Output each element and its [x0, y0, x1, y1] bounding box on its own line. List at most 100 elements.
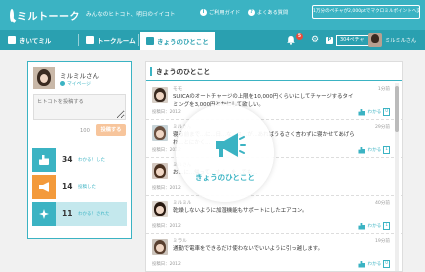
title-accent	[150, 66, 152, 76]
thumb-up-icon	[32, 148, 56, 172]
avatar[interactable]	[152, 201, 168, 217]
post-input[interactable]	[33, 94, 126, 120]
tab-kyou-no-hitokoto[interactable]: きょうのひとこと	[140, 30, 215, 50]
tab-label: トークルーム	[97, 37, 136, 45]
like-button[interactable]: わかる 0	[358, 260, 390, 268]
points-value: 304ペチャ	[336, 35, 369, 46]
post-time: 29分前	[374, 125, 390, 130]
chat-icon	[86, 36, 94, 44]
stat-label: わかる！された	[78, 212, 110, 217]
mypage-link[interactable]: マイページ	[60, 80, 91, 87]
nav-divider	[138, 34, 139, 46]
logo[interactable]: ミルトーーク	[10, 7, 80, 23]
nav-divider	[78, 34, 79, 46]
stat-label: わかる！した	[78, 158, 105, 163]
notification-badge: 5	[296, 33, 303, 40]
post-user[interactable]: ミルミル	[173, 200, 191, 206]
post-button[interactable]: 投稿する	[96, 124, 126, 136]
scrollbar-thumb[interactable]	[395, 86, 399, 132]
like-label: わかる	[367, 262, 382, 267]
avatar[interactable]	[152, 87, 168, 103]
feed-title: きょうのひとこと	[150, 66, 210, 76]
profile-panel: ミルミルさん マイページ 100 投稿する 34 わかる！した 14 投稿した …	[27, 61, 132, 239]
stat-row-posted[interactable]: 14 投稿した	[32, 175, 127, 199]
logo-mark-icon	[10, 8, 14, 22]
list-item: モモ 1分前 SUICAのオートチャージの上限を10,000円くらいにしてチャー…	[146, 82, 402, 120]
thumb-up-icon	[358, 260, 366, 268]
stat-label: 投稿した	[78, 185, 96, 190]
char-count: 100	[80, 128, 90, 134]
thumb-up-icon	[358, 146, 366, 154]
info-icon: i	[200, 9, 207, 16]
post-text: SUICAのオートチャージの上限を10,000円くらいにしてチャージするタイミン…	[173, 94, 354, 108]
tagline: みんなのヒトコト、明日のイイコト	[86, 12, 176, 18]
user-menu[interactable]: ミルミルさん	[368, 33, 416, 47]
post-time: 1分前	[377, 87, 390, 92]
feature-overlay: きょうのひとこと	[176, 104, 274, 202]
faq-link-label: よくある質問	[257, 10, 289, 16]
like-count: 0	[383, 108, 390, 116]
stat-value: 11	[62, 209, 73, 218]
like-button[interactable]: わかる 1	[358, 222, 390, 230]
like-label: わかる	[367, 148, 382, 153]
avatar	[368, 33, 382, 47]
like-label: わかる	[367, 110, 382, 115]
post-time: 40分前	[374, 201, 390, 206]
stat-value: 14	[62, 182, 73, 191]
post-text: 通勤で電車をできるだけ使わないでいいように引っ越します。	[173, 246, 324, 252]
avatar[interactable]	[152, 163, 168, 179]
divider	[146, 80, 402, 81]
megaphone-icon	[146, 37, 154, 45]
post-user[interactable]: ミラル	[173, 238, 187, 244]
post-date: 投稿日：2012	[152, 262, 181, 267]
gear-icon[interactable]: ⚙	[311, 35, 319, 45]
like-count: 1	[383, 146, 390, 154]
faq-link[interactable]: ? よくある質問	[248, 9, 288, 16]
search-people-icon	[8, 36, 16, 44]
top-bar: ミルトーーク みんなのヒトコト、明日のイイコト i ご利用ガイド ? よくある質…	[0, 0, 425, 30]
bell-icon[interactable]	[286, 35, 296, 45]
tab-label: きいてミル	[19, 37, 52, 45]
list-item: ミルミル 40分前 乾燥しないように加湿機能もサポートにしたエアコン。 投稿日：…	[146, 196, 402, 234]
like-count: 1	[383, 222, 390, 230]
logo-text: ミルトーーク	[17, 11, 80, 23]
guide-link-label: ご利用ガイド	[209, 10, 241, 16]
megaphone-icon	[32, 175, 56, 199]
tab-label: きょうのひとこと	[157, 38, 209, 46]
like-label: わかる	[367, 224, 382, 229]
user-name: ミルミルさん	[385, 37, 417, 44]
profile-avatar[interactable]	[33, 67, 55, 89]
stats-list: 34 わかる！した 14 投稿した 11 わかる！された	[32, 148, 127, 229]
avatar[interactable]	[152, 125, 168, 141]
arrow-icon	[60, 81, 65, 86]
like-count: 0	[383, 260, 390, 268]
megaphone-icon	[216, 133, 246, 157]
post-user[interactable]: モモ	[173, 86, 182, 92]
points-display[interactable]: P 304ペチャ	[326, 35, 369, 46]
stat-row-liked[interactable]: 34 わかる！した	[32, 148, 127, 172]
like-button[interactable]: わかる 1	[358, 146, 390, 154]
stat-row-received[interactable]: 11 わかる！された	[32, 202, 127, 226]
post-time: 19分前	[374, 239, 390, 244]
thumb-up-icon	[358, 108, 366, 116]
tab-kiitemiru[interactable]: きいてミル	[2, 30, 57, 50]
points-icon: P	[326, 37, 333, 44]
thumb-up-icon	[358, 222, 366, 230]
question-icon: ?	[248, 9, 255, 16]
avatar[interactable]	[152, 239, 168, 255]
list-item: ミラル 19分前 通勤で電車をできるだけ使わないでいいように引っ越します。 投稿…	[146, 234, 402, 271]
sparkle-thumb-icon	[32, 202, 56, 226]
promo-banner[interactable]: 1万分のペチャが2,000ptでマクロミルポイントへ変換されます！	[312, 5, 420, 19]
profile-name: ミルミルさん	[60, 72, 99, 80]
post-date: 投稿日：2012	[152, 186, 181, 191]
nav-bar: きいてミル トークルーム きょうのひとこと 5 ⚙ P 304ペチャ ミルミルさ…	[0, 30, 425, 50]
guide-link[interactable]: i ご利用ガイド	[200, 9, 240, 16]
tab-talkroom[interactable]: トークルーム	[80, 30, 142, 50]
mypage-link-label: マイページ	[67, 82, 91, 87]
feed-title-text: きょうのひとこと	[156, 68, 211, 76]
stat-value: 34	[62, 155, 73, 164]
post-text: 乾燥しないように加湿機能もサポートにしたエアコン。	[173, 208, 308, 214]
post-date: 投稿日：2012	[152, 110, 181, 115]
post-date: 投稿日：2012	[152, 224, 181, 229]
like-button[interactable]: わかる 0	[358, 108, 390, 116]
